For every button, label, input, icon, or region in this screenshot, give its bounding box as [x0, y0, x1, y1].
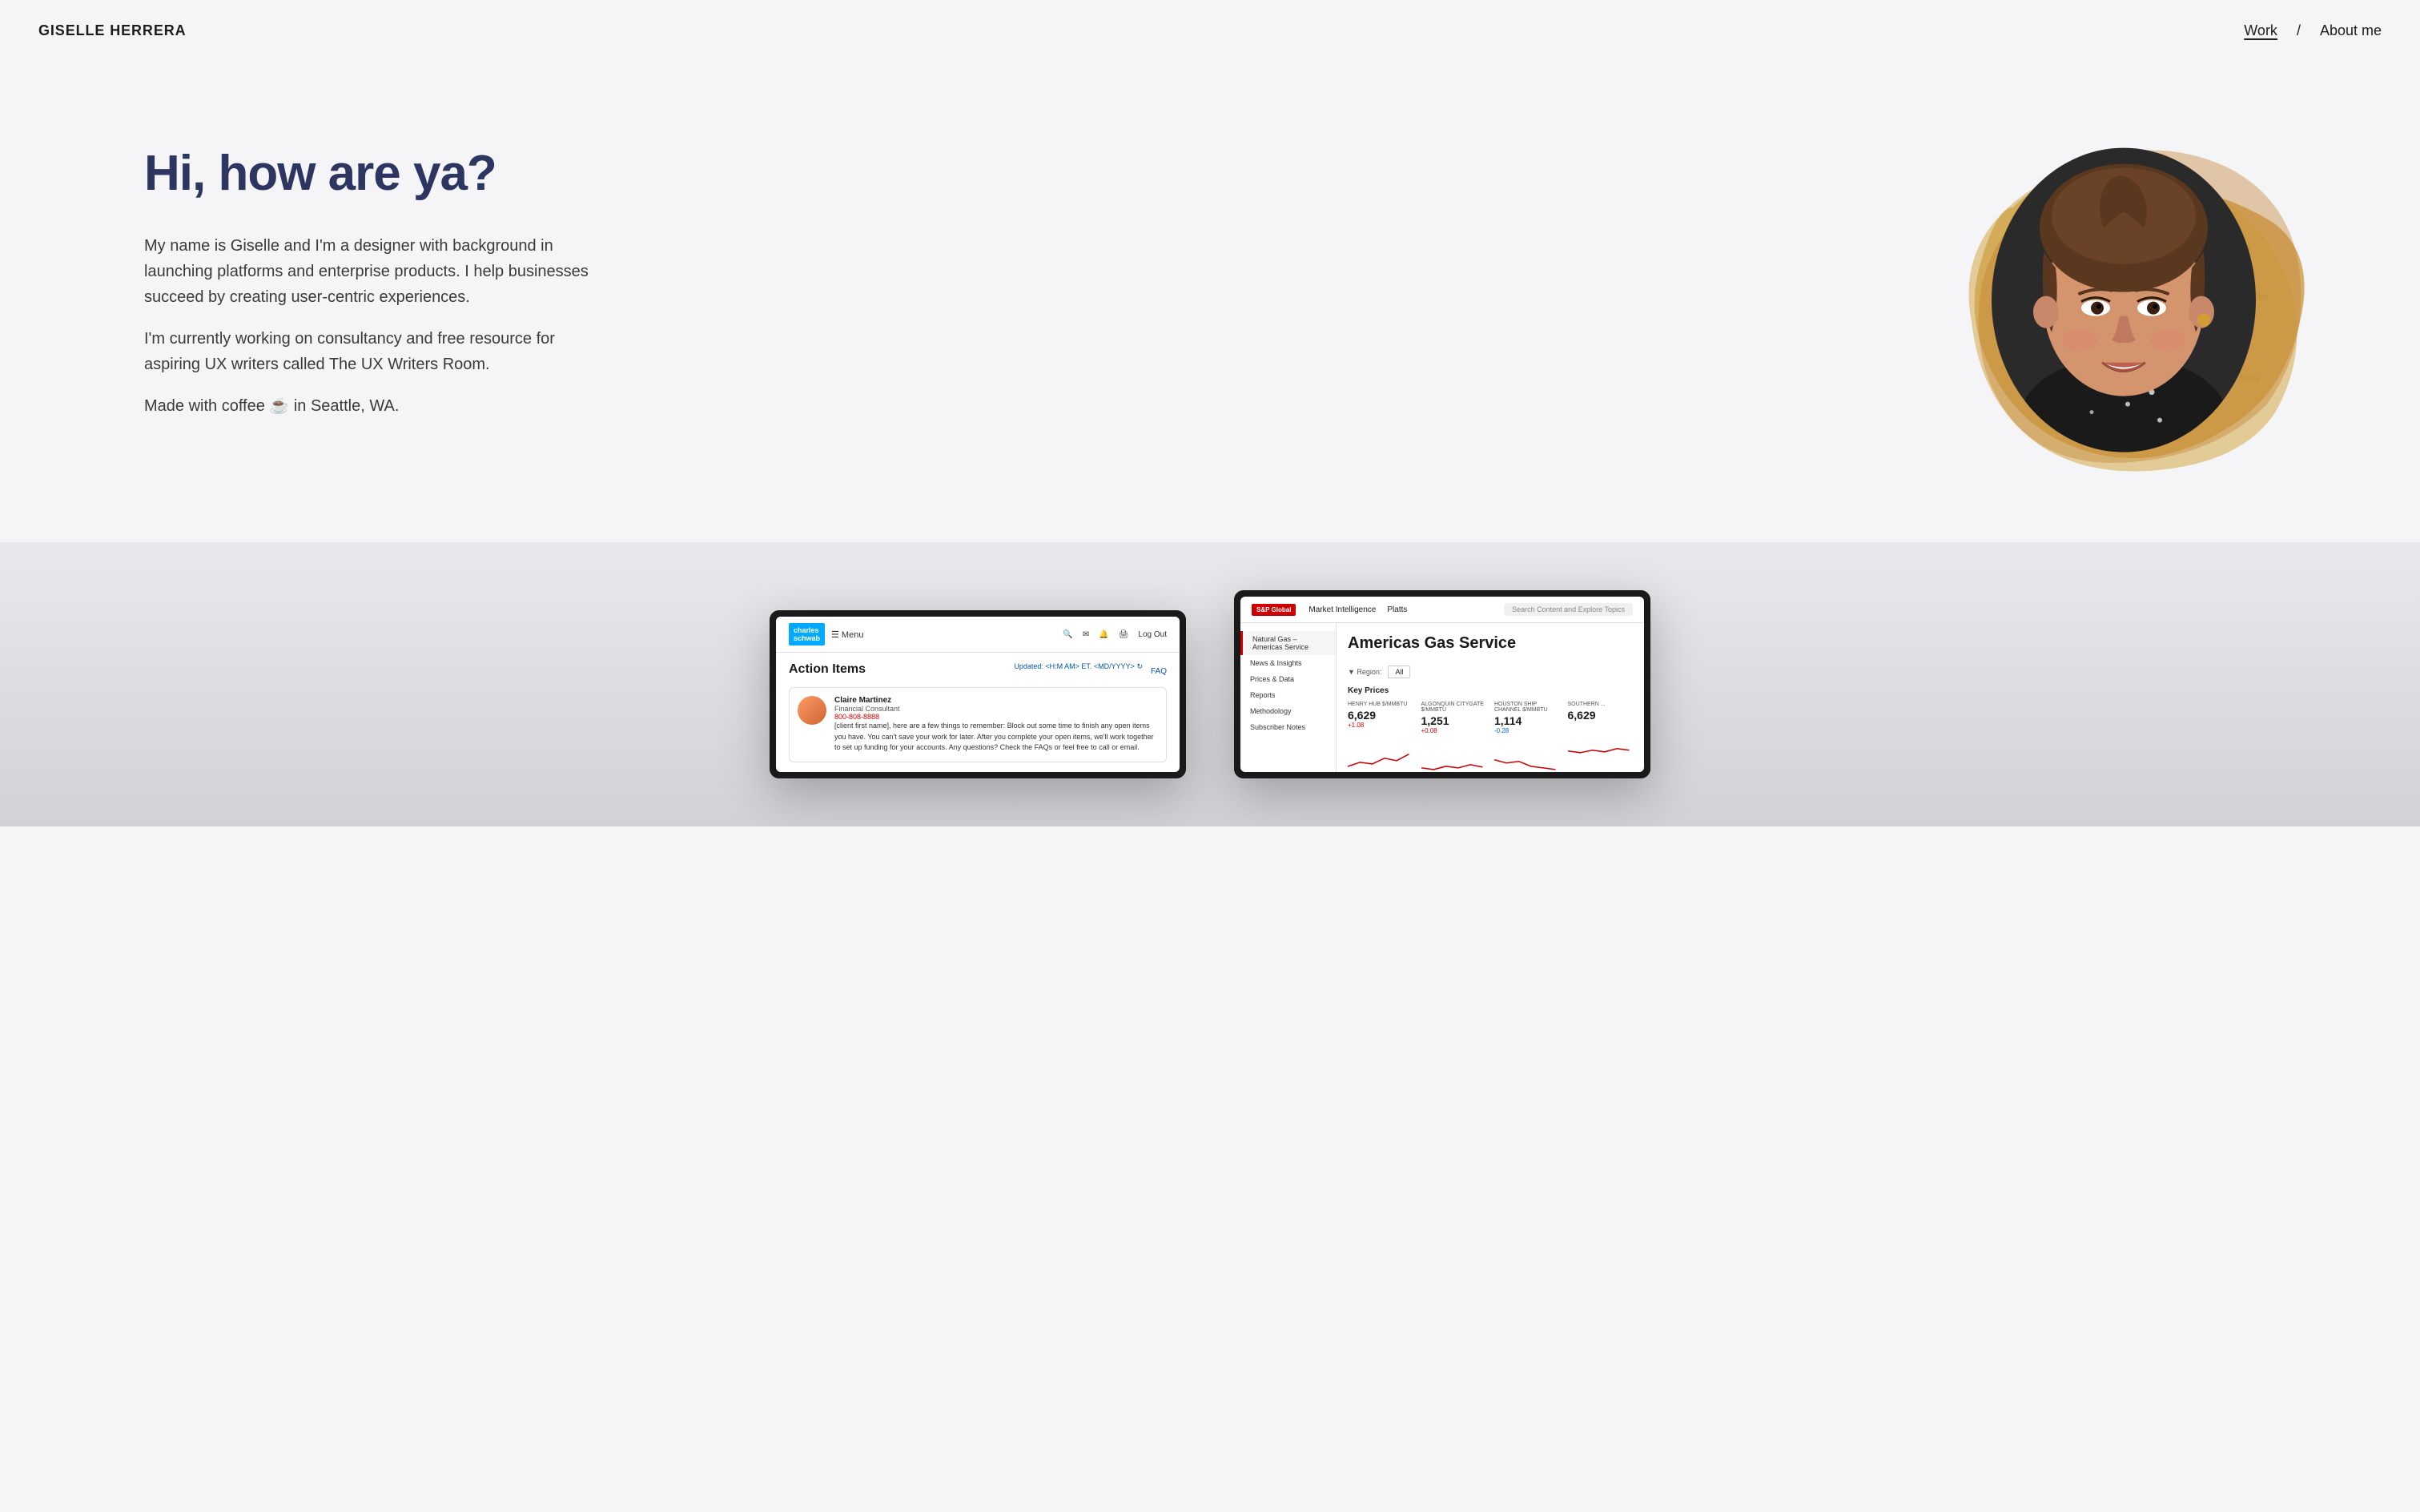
sp-nav-market-intelligence: Market Intelligence: [1308, 605, 1376, 614]
hero-image-container: [1956, 126, 2292, 462]
sp-sidebar-subscriber: Subscriber Notes: [1240, 719, 1336, 735]
hero-text-block: Hi, how are ya? My name is Giselle and I…: [144, 147, 609, 441]
hero-heading: Hi, how are ya?: [144, 147, 609, 201]
schwab-mail-icon: ✉: [1083, 630, 1089, 639]
schwab-device-frame: charlesschwab ☰ Menu 🔍 ✉ 🔔 🖨 Log Out Act…: [770, 610, 1186, 778]
schwab-portfolio-item: charlesschwab ☰ Menu 🔍 ✉ 🔔 🖨 Log Out Act…: [770, 610, 1186, 778]
schwab-contact-title: Financial Consultant: [834, 705, 1158, 713]
sp-sidebar-gas: Natural Gas – Americas Service: [1240, 631, 1336, 655]
sp-henry-hub-change: +1.08: [1348, 722, 1413, 729]
schwab-contact-phone: 800-808-8888: [834, 713, 1158, 721]
schwab-screen: charlesschwab ☰ Menu 🔍 ✉ 🔔 🖨 Log Out Act…: [776, 617, 1180, 772]
sp-algonquin-value: 1,251: [1421, 714, 1487, 727]
hero-paragraph-2: I'm currently working on consultancy and…: [144, 326, 609, 377]
portrait-image: [1992, 148, 2256, 452]
sp-sidebar: Natural Gas – Americas Service News & In…: [1240, 623, 1337, 772]
schwab-contact-info: Claire Martinez Financial Consultant 800…: [834, 696, 1158, 721]
sp-device-frame: S&P Global Market Intelligence Platts Se…: [1234, 590, 1650, 778]
sp-price-henry-hub: HENRY HUB $/MMBTU 6,629 +1.08: [1348, 702, 1413, 761]
schwab-print-icon: 🖨: [1119, 630, 1129, 639]
schwab-bell-icon: 🔔: [1099, 630, 1108, 639]
sp-henry-hub-chart: [1348, 729, 1413, 772]
sp-search-bar: Search Content and Explore Topics: [1504, 603, 1633, 616]
hero-paragraph-3: Made with coffee ☕ in Seattle, WA.: [144, 393, 609, 419]
navigation: Work / About me: [2244, 22, 2382, 39]
hero-section: Hi, how are ya? My name is Giselle and I…: [0, 62, 2420, 542]
schwab-updated: Updated: <H:M AM> ET. <MD/YYYY> ↻: [1014, 662, 1143, 671]
schwab-header: charlesschwab ☰ Menu 🔍 ✉ 🔔 🖨 Log Out: [776, 617, 1180, 653]
header: GISELLE HERRERA Work / About me: [0, 0, 2420, 62]
sp-portfolio-item: S&P Global Market Intelligence Platts Se…: [1234, 590, 1650, 778]
hero-body: My name is Giselle and I'm a designer wi…: [144, 233, 609, 419]
nav-work[interactable]: Work: [2244, 22, 2277, 39]
sp-nav-items: Market Intelligence Platts: [1308, 605, 1407, 614]
schwab-body: Action Items Updated: <H:M AM> ET. <MD/Y…: [776, 653, 1180, 772]
schwab-avatar: [798, 696, 826, 725]
sp-algonquin-chart: [1421, 734, 1487, 772]
schwab-logo: charlesschwab ☰ Menu: [789, 623, 863, 645]
sp-region-select: All: [1388, 666, 1410, 678]
sp-price-southern: SOUTHERN ... 6,629: [1568, 702, 1634, 761]
sp-southern-chart: [1568, 722, 1634, 772]
sp-content-title: Americas Gas Service: [1348, 634, 1633, 653]
schwab-menu-label: ☰ Menu: [831, 629, 863, 640]
sp-sidebar-methodology: Methodology: [1240, 703, 1336, 719]
sp-region-bar: ▼ Region: All: [1348, 666, 1633, 678]
sp-body: Natural Gas – Americas Service News & In…: [1240, 623, 1644, 772]
sp-price-section-title: Key Prices: [1348, 686, 1633, 695]
sp-price-grid: HENRY HUB $/MMBTU 6,629 +1.08 ALGONQUIN …: [1348, 702, 1633, 761]
schwab-nav-icons: 🔍 ✉ 🔔 🖨 Log Out: [1063, 630, 1167, 639]
sp-houston-value: 1,114: [1494, 714, 1560, 727]
sp-southern-label: SOUTHERN ...: [1568, 702, 1634, 707]
sp-sidebar-reports: Reports: [1240, 687, 1336, 703]
schwab-contact-name: Claire Martinez: [834, 696, 1158, 705]
sp-algonquin-change: +0.08: [1421, 727, 1487, 734]
sp-nav-platts: Platts: [1387, 605, 1407, 614]
schwab-logo-box: charlesschwab: [789, 623, 825, 645]
portfolio-section: charlesschwab ☰ Menu 🔍 ✉ 🔔 🖨 Log Out Act…: [0, 542, 2420, 826]
sp-algonquin-label: ALGONQUIN CITYGATE $/MMBTU: [1421, 702, 1487, 713]
sp-sidebar-prices: Prices & Data: [1240, 671, 1336, 687]
schwab-message-text: [client first name], here are a few thin…: [834, 721, 1158, 754]
sp-price-houston: HOUSTON SHIP CHANNEL $/MMBTU 1,114 -0.28: [1494, 702, 1560, 761]
schwab-title: Action Items: [789, 662, 866, 677]
schwab-faq: FAQ: [1151, 667, 1167, 676]
sp-price-algonquin: ALGONQUIN CITYGATE $/MMBTU 1,251 +0.08: [1421, 702, 1487, 761]
schwab-message-card: Claire Martinez Financial Consultant 800…: [789, 687, 1167, 762]
sp-sidebar-news: News & Insights: [1240, 655, 1336, 671]
schwab-search-icon: 🔍: [1063, 630, 1072, 639]
sp-content: Americas Gas Service ▼ Region: All Key P…: [1337, 623, 1644, 772]
sp-houston-label: HOUSTON SHIP CHANNEL $/MMBTU: [1494, 702, 1560, 713]
logo: GISELLE HERRERA: [38, 22, 187, 39]
nav-divider: /: [2297, 22, 2301, 39]
sp-screen: S&P Global Market Intelligence Platts Se…: [1240, 597, 1644, 772]
sp-header: S&P Global Market Intelligence Platts Se…: [1240, 597, 1644, 623]
sp-henry-hub-value: 6,629: [1348, 709, 1413, 722]
sp-henry-hub-label: HENRY HUB $/MMBTU: [1348, 702, 1413, 707]
hero-paragraph-1: My name is Giselle and I'm a designer wi…: [144, 233, 609, 310]
sp-region-label: ▼ Region:: [1348, 668, 1381, 676]
nav-about[interactable]: About me: [2320, 22, 2382, 39]
schwab-logout-label: Log Out: [1138, 630, 1167, 639]
sp-logo: S&P Global: [1252, 604, 1296, 616]
sp-houston-change: -0.28: [1494, 727, 1560, 734]
sp-houston-chart: [1494, 734, 1560, 772]
sp-southern-value: 6,629: [1568, 709, 1634, 722]
